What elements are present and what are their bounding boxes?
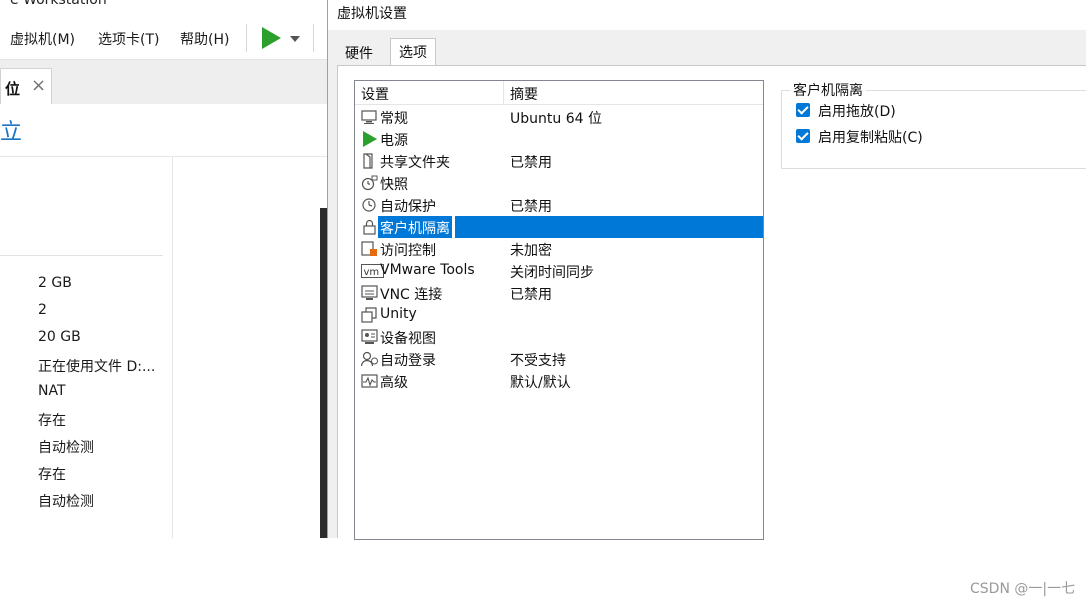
list-item-summary: 已禁用 bbox=[510, 287, 552, 303]
column-divider[interactable] bbox=[503, 81, 504, 105]
list-item-name: 自动登录 bbox=[380, 353, 436, 369]
selection-highlight bbox=[455, 216, 763, 238]
vnc-icon bbox=[361, 285, 379, 301]
list-item[interactable]: 快照 bbox=[355, 172, 763, 194]
list-item-summary: 默认/默认 bbox=[510, 375, 571, 391]
device-value: 20 GB bbox=[38, 329, 81, 345]
device-value: 自动检测 bbox=[38, 494, 94, 510]
advanced-icon bbox=[361, 373, 379, 389]
list-item-summary: 未加密 bbox=[510, 243, 552, 259]
divider bbox=[172, 157, 173, 538]
shared-folders-icon bbox=[361, 153, 379, 169]
toolbar-separator bbox=[246, 24, 247, 52]
list-item[interactable]: 设备视图 bbox=[355, 326, 763, 348]
play-icon bbox=[262, 27, 281, 49]
list-item[interactable]: VNC 连接 已禁用 bbox=[355, 282, 763, 304]
list-item[interactable]: vm VMware Tools 关闭时间同步 bbox=[355, 260, 763, 282]
power-on-button[interactable] bbox=[258, 27, 302, 51]
list-item[interactable]: 常规 Ubuntu 64 位 bbox=[355, 106, 763, 128]
device-value: 自动检测 bbox=[38, 440, 94, 456]
list-item[interactable]: 客户机隔离 bbox=[355, 216, 763, 238]
device-value: 2 GB bbox=[38, 275, 72, 291]
dialog-tabs: 硬件 选项 bbox=[328, 30, 1086, 66]
checkbox-label: 启用复制粘贴(C) bbox=[818, 130, 923, 146]
column-header-summary[interactable]: 摘要 bbox=[510, 84, 538, 104]
list-item-name: 设备视图 bbox=[380, 331, 436, 347]
group-title: 客户机隔离 bbox=[790, 80, 866, 100]
lock-icon bbox=[361, 219, 379, 235]
list-item-name: VNC 连接 bbox=[380, 287, 443, 303]
vm-settings-dialog: 虚拟机设置 硬件 选项 设置 摘要 常规 Ubuntu 64 位电源 共享文件夹 已禁… bbox=[327, 0, 1086, 597]
divider bbox=[0, 156, 330, 157]
list-item[interactable]: 自动登录 不受支持 bbox=[355, 348, 763, 370]
access-control-icon bbox=[361, 241, 379, 257]
list-item[interactable]: 共享文件夹 已禁用 bbox=[355, 150, 763, 172]
guest-isolation-group: 客户机隔离 启用拖放(D) 启用复制粘贴(C) bbox=[781, 80, 1086, 169]
list-item[interactable]: Unity bbox=[355, 304, 763, 326]
checkbox-checked-icon[interactable] bbox=[796, 129, 810, 143]
list-item-summary: 不受支持 bbox=[510, 353, 566, 369]
list-item-name: VMware Tools bbox=[380, 262, 475, 278]
vm-tab-strip: 位 × bbox=[0, 60, 330, 104]
list-item-summary: 关闭时间同步 bbox=[510, 265, 594, 281]
list-header: 设置 摘要 bbox=[355, 81, 763, 105]
menu-vm[interactable]: 虚拟机(M) bbox=[10, 29, 75, 49]
list-item-name: 快照 bbox=[380, 177, 408, 193]
power-icon bbox=[361, 131, 379, 147]
close-icon[interactable]: × bbox=[31, 75, 46, 96]
vm-name-link[interactable]: 立 bbox=[0, 114, 22, 146]
menu-help[interactable]: 帮助(H) bbox=[180, 29, 229, 49]
divider bbox=[0, 255, 163, 256]
menu-bar: 虚拟机(M) 选项卡(T) 帮助(H) bbox=[0, 18, 330, 60]
list-item-name: 自动保护 bbox=[380, 199, 436, 215]
list-item-name: 共享文件夹 bbox=[380, 155, 450, 171]
list-item[interactable]: 电源 bbox=[355, 128, 763, 150]
snapshot-icon bbox=[361, 175, 379, 191]
chevron-down-icon[interactable] bbox=[290, 36, 300, 42]
unity-icon bbox=[361, 307, 379, 323]
column-header-setting[interactable]: 设置 bbox=[361, 84, 389, 104]
list-item[interactable]: 访问控制 未加密 bbox=[355, 238, 763, 260]
tab-options[interactable]: 选项 bbox=[390, 38, 436, 66]
options-panel: 设置 摘要 常规 Ubuntu 64 位电源 共享文件夹 已禁用 快照 自动保护 已禁用 客户… bbox=[337, 65, 1086, 597]
svg-text:vm: vm bbox=[364, 267, 380, 278]
watermark: CSDN @一|一七 bbox=[970, 581, 1076, 597]
list-item-name: Unity bbox=[380, 306, 417, 322]
checkbox-label: 启用拖放(D) bbox=[818, 104, 896, 120]
dialog-titlebar[interactable]: 虚拟机设置 bbox=[328, 0, 1086, 30]
vmware-tools-icon: vm bbox=[361, 263, 384, 279]
window-title: e Workstation bbox=[10, 0, 107, 8]
list-item-name: 电源 bbox=[380, 133, 408, 149]
tab-hardware[interactable]: 硬件 bbox=[337, 40, 381, 66]
list-item[interactable]: 自动保护 已禁用 bbox=[355, 194, 763, 216]
autologin-icon bbox=[360, 351, 379, 367]
device-value: 正在使用文件 D:... bbox=[38, 359, 156, 375]
appliance-view-icon bbox=[361, 329, 379, 345]
list-item[interactable]: 高级 默认/默认 bbox=[355, 370, 763, 392]
device-value: 2 bbox=[38, 302, 47, 318]
device-value: 存在 bbox=[38, 467, 66, 483]
device-value: 存在 bbox=[38, 413, 66, 429]
menu-tabs[interactable]: 选项卡(T) bbox=[98, 29, 159, 49]
list-item-name: 常规 bbox=[380, 111, 408, 127]
checkbox-checked-icon[interactable] bbox=[796, 103, 810, 117]
vmware-main-window: e Workstation 虚拟机(M) 选项卡(T) 帮助(H) 位 × 立 … bbox=[0, 0, 330, 538]
list-item-name: 访问控制 bbox=[380, 243, 436, 259]
toolbar-separator bbox=[313, 24, 314, 52]
list-item-summary: 已禁用 bbox=[510, 155, 552, 171]
dialog-title: 虚拟机设置 bbox=[337, 6, 407, 22]
device-value: NAT bbox=[38, 383, 66, 399]
list-item-summary: Ubuntu 64 位 bbox=[510, 111, 602, 127]
autoprotect-icon bbox=[361, 197, 379, 213]
vm-tab[interactable]: 位 × bbox=[0, 68, 52, 104]
list-item-name: 客户机隔离 bbox=[378, 216, 452, 238]
list-item-name: 高级 bbox=[380, 375, 408, 391]
general-icon bbox=[361, 109, 379, 125]
vm-tab-label: 位 bbox=[5, 80, 21, 98]
list-item-summary: 已禁用 bbox=[510, 199, 552, 215]
settings-list[interactable]: 设置 摘要 常规 Ubuntu 64 位电源 共享文件夹 已禁用 快照 自动保护 已禁用 客户… bbox=[354, 80, 764, 540]
